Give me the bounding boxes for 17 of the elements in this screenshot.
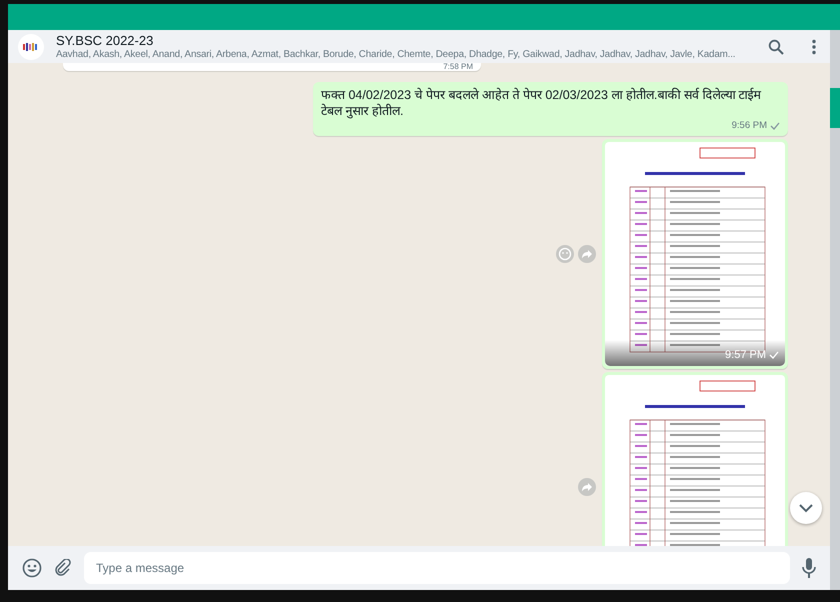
scrollbar[interactable] (830, 30, 840, 590)
scrollbar-thumb[interactable] (830, 88, 840, 128)
message-input[interactable]: Type a message (84, 552, 790, 584)
menu-icon[interactable] (812, 38, 816, 54)
microphone-icon[interactable] (802, 558, 816, 578)
paperclip-icon[interactable] (54, 559, 72, 577)
search-icon[interactable] (768, 38, 784, 54)
message-time: 7:58 PM (443, 63, 473, 71)
group-avatar[interactable] (18, 34, 44, 60)
emoji-icon[interactable] (22, 558, 42, 578)
chat-title: SY.BSC 2022-23 (56, 32, 154, 48)
member-list: Aavhad, Akash, Akeel, Anand, Ansari, Arbena, Azmat, Bachkar, Borude, Charide, Chemte, Deepa, Dhadge, Fy, Gaikwad, Jadhav, Jadhav, Jadhav, Javle, Kadam... (56, 48, 756, 60)
scroll-down-button[interactable] (790, 492, 822, 524)
chevron-down-icon (799, 504, 813, 512)
message-text: फक्त 04/02/2023 चे पेपर बदलले आहेत ते पेपर 02/03/2023 ला होतील.बाकी सर्व दिलेल्या टाईम टेबल नुसार होतील. (321, 87, 762, 119)
message-time: 9:57 PM (725, 348, 766, 363)
message-time: 9:56 PM (732, 119, 767, 133)
